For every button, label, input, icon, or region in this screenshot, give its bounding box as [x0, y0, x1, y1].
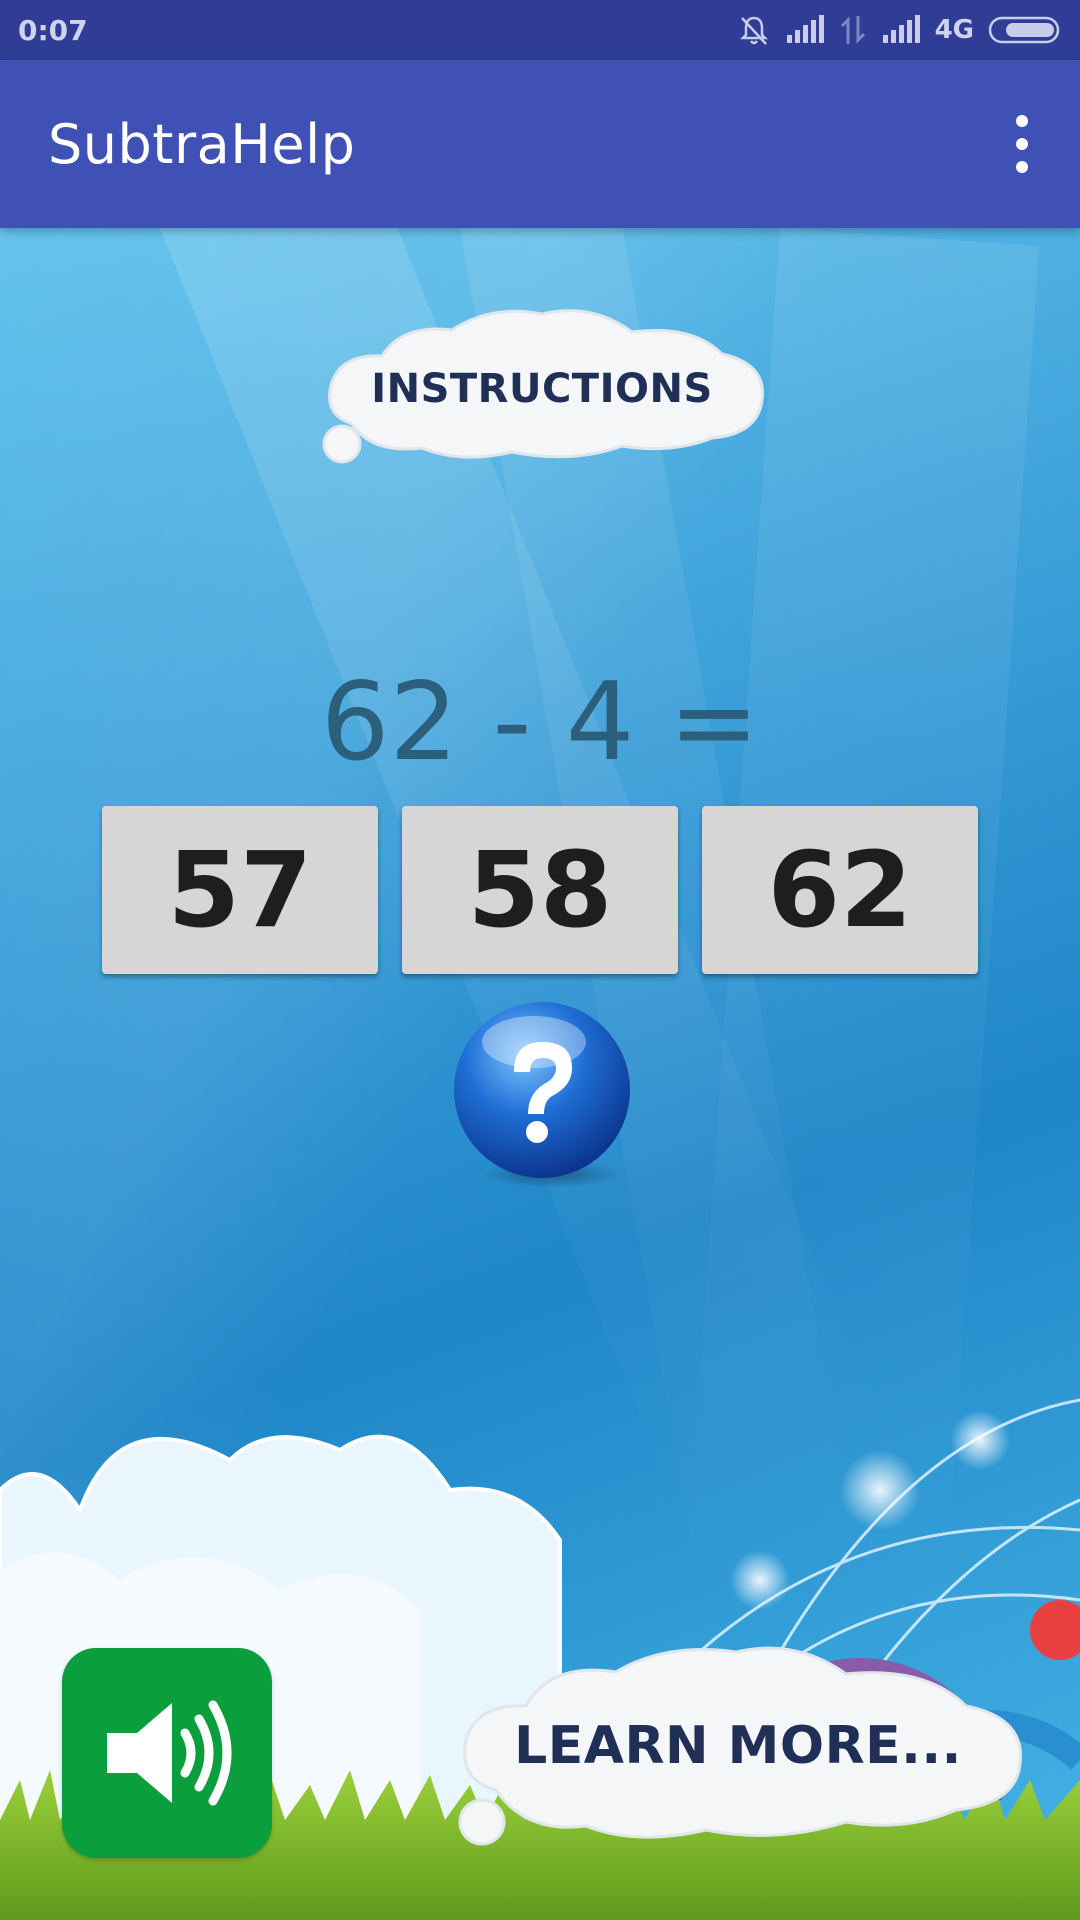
status-bar: 0:07 4G [0, 0, 1080, 60]
signal-icon [786, 15, 824, 43]
battery-icon [988, 16, 1060, 44]
answer-button-3[interactable]: 62 [702, 806, 978, 974]
learn-more-button[interactable]: LEARN MORE... [446, 1640, 1030, 1852]
speaker-icon [107, 1700, 232, 1806]
network-type-label: 4G [934, 15, 974, 45]
answer-button-1[interactable]: 57 [102, 806, 378, 974]
app-title: SubtraHelp [48, 112, 356, 176]
answer-options: 57 58 62 [102, 806, 978, 974]
overflow-menu-icon[interactable] [1002, 109, 1042, 179]
app-bar: SubtraHelp [0, 60, 1080, 228]
instructions-button[interactable]: INSTRUCTIONS [312, 304, 772, 472]
signal-icon-2 [882, 15, 920, 43]
math-problem: 62 - 4 = [320, 660, 760, 785]
status-time: 0:07 [18, 13, 88, 47]
bell-muted-icon [739, 16, 768, 45]
help-button[interactable] [452, 1002, 632, 1192]
learn-more-label: LEARN MORE... [514, 1716, 962, 1776]
question-mark-icon [454, 1002, 630, 1188]
instructions-label: INSTRUCTIONS [371, 366, 713, 412]
status-icons: 4G [737, 13, 1062, 47]
sound-button[interactable] [62, 1648, 272, 1858]
answer-button-2[interactable]: 58 [402, 806, 678, 974]
data-transfer-icon [840, 16, 865, 44]
